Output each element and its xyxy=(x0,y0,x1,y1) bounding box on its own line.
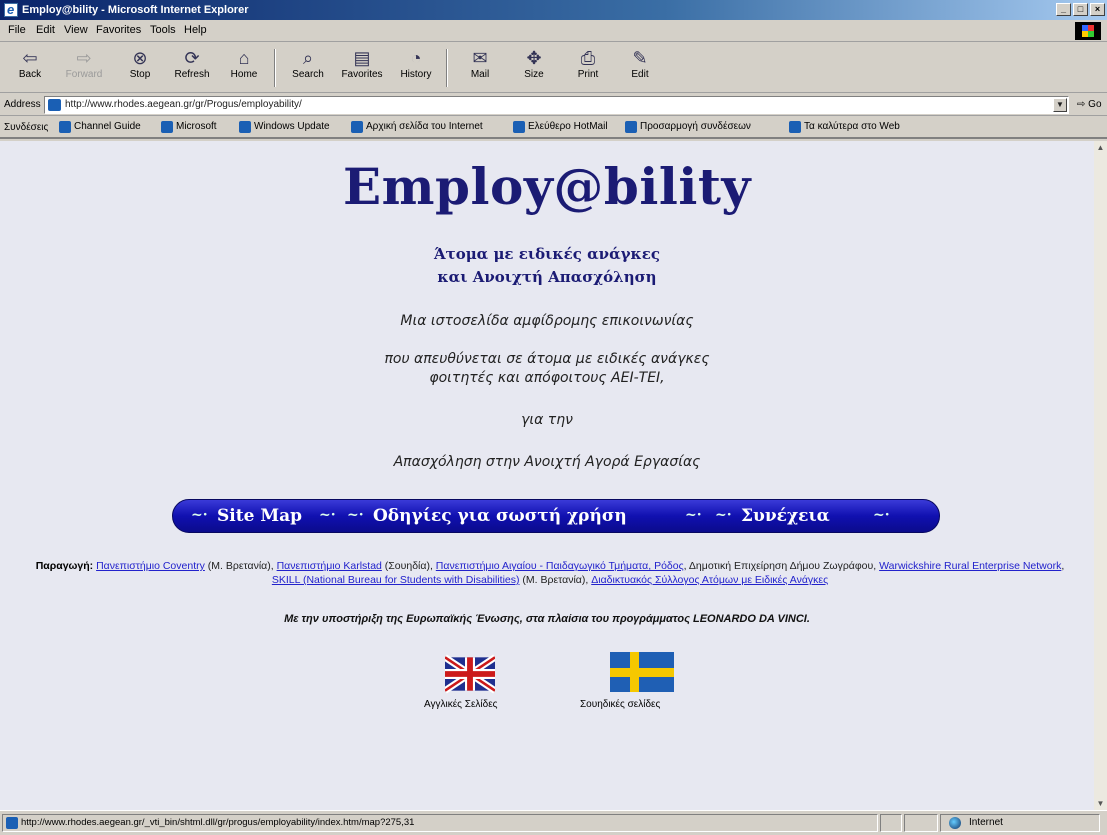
browser-window: Employ@bility - Microsoft Internet Explo… xyxy=(0,0,1107,835)
stop-button[interactable]: ⊗ Stop xyxy=(116,47,164,89)
credit-link-aegean[interactable]: Πανεπιστήμιο Αιγαίου - Παιδαγωγικό Τμήμα… xyxy=(436,560,684,572)
link-best-of-web[interactable]: Τα καλύτερα στο Web xyxy=(788,121,900,133)
menu-help[interactable]: Help xyxy=(184,24,207,36)
ie-logo-icon xyxy=(4,2,18,17)
link-internet-home[interactable]: Αρχική σελίδα του Internet xyxy=(350,121,483,133)
mail-icon: ✉ xyxy=(472,48,488,68)
mail-button[interactable]: ✉ Mail xyxy=(456,47,504,89)
credit-link-skill[interactable]: SKILL (National Bureau for Students with… xyxy=(272,574,520,586)
credits-text: Παραγωγή: Πανεπιστήμιο Coventry (Μ. Βρετ… xyxy=(35,560,1065,586)
address-url: http://www.rhodes.aegean.gr/gr/Progus/em… xyxy=(65,99,302,110)
back-button[interactable]: ⇦ Back xyxy=(6,47,54,89)
address-dropdown-button[interactable]: ▼ xyxy=(1053,98,1067,112)
tagline-line5: Απασχόληση στην Ανοιχτή Αγορά Εργασίας xyxy=(393,454,701,470)
link-channel-guide[interactable]: Channel Guide xyxy=(58,121,141,133)
scroll-up-icon[interactable]: ▲ xyxy=(1094,141,1107,154)
home-button[interactable]: ⌂ Home xyxy=(220,47,268,89)
english-pages-link[interactable]: Αγγλικές Σελίδες xyxy=(424,699,497,710)
edit-button[interactable]: ✎ Edit xyxy=(616,47,664,89)
credit-link-association[interactable]: Διαδικτυακός Σύλλογος Ατόμων με Ειδικές … xyxy=(591,574,828,586)
menu-view[interactable]: View xyxy=(64,24,88,36)
search-icon: ⌕ xyxy=(302,48,314,68)
minimize-button[interactable]: _ xyxy=(1056,3,1071,16)
usage-instructions-link[interactable]: Οδηγίες για σωστή χρήση xyxy=(373,506,627,526)
ornament-icon: ~· xyxy=(715,507,732,523)
link-free-hotmail[interactable]: Ελεύθερο HotMail xyxy=(512,121,608,133)
link-windows-update[interactable]: Windows Update xyxy=(238,121,330,133)
scroll-down-icon[interactable]: ▼ xyxy=(1094,797,1107,810)
link-microsoft[interactable]: Microsoft xyxy=(160,121,217,133)
credits-label: Παραγωγή: xyxy=(35,560,94,572)
image-map-navigation: ~· Site Map ~· ~· Οδηγίες για σωστή χρήσ… xyxy=(172,499,940,533)
credit-link-warwickshire[interactable]: Warwickshire Rural Enterprise Network xyxy=(879,560,1061,572)
status-panel xyxy=(904,814,938,832)
history-icon: ◔ xyxy=(410,48,422,68)
credit-link-karlstad[interactable]: Πανεπιστήμιο Karlstad xyxy=(277,560,382,572)
favorites-icon: ▤ xyxy=(353,48,371,68)
tagline-line4: για την xyxy=(521,412,573,428)
refresh-button[interactable]: ⟳ Refresh xyxy=(168,47,216,89)
maximize-button[interactable]: □ xyxy=(1073,3,1088,16)
menu-edit[interactable]: Edit xyxy=(36,24,55,36)
refresh-icon: ⟳ xyxy=(184,48,200,68)
swedish-pages-link[interactable]: Σουηδικές σελίδες xyxy=(580,699,660,710)
ornament-icon: ~· xyxy=(873,507,890,523)
menu-bar: File Edit View Favorites Tools Help xyxy=(0,20,1107,42)
links-bar: Συνδέσεις Channel Guide Microsoft Window… xyxy=(0,117,1107,139)
menu-tools[interactable]: Tools xyxy=(150,24,176,36)
sweden-flag-icon[interactable] xyxy=(610,652,674,692)
site-title: Employ@bility xyxy=(343,157,751,216)
go-button[interactable]: ⇨ Go xyxy=(1077,99,1102,110)
status-panel xyxy=(880,814,902,832)
site-subtitle-line2: και Ανοιχτή Απασχόληση xyxy=(437,268,657,286)
window-title: Employ@bility - Microsoft Internet Explo… xyxy=(22,4,249,16)
vertical-scrollbar[interactable]: ▲ ▼ xyxy=(1094,141,1107,810)
size-button[interactable]: ✥ Size xyxy=(510,47,558,89)
favorites-button[interactable]: ▤ Favorites xyxy=(338,47,386,89)
print-icon: ⎙ xyxy=(580,48,596,68)
home-icon: ⌂ xyxy=(238,48,250,68)
status-text: http://www.rhodes.aegean.gr/_vti_bin/sht… xyxy=(2,814,878,832)
site-subtitle-line1: Άτομα με ειδικές ανάγκες xyxy=(433,245,661,263)
uk-flag-icon[interactable] xyxy=(445,654,495,694)
continue-link[interactable]: Συνέχεια xyxy=(741,506,830,526)
window-controls: _ □ × xyxy=(1056,3,1105,16)
link-customize-links[interactable]: Προσαρμογή συνδέσεων xyxy=(624,121,751,133)
windows-logo-icon xyxy=(1075,22,1101,40)
ornament-icon: ~· xyxy=(319,507,336,523)
links-label: Συνδέσεις xyxy=(4,122,49,133)
forward-button[interactable]: ⇨ Forward xyxy=(60,47,108,89)
address-input[interactable]: http://www.rhodes.aegean.gr/gr/Progus/em… xyxy=(44,96,1069,114)
history-button[interactable]: ◔ History xyxy=(392,47,440,89)
size-icon: ✥ xyxy=(526,48,542,68)
ornament-icon: ~· xyxy=(347,507,364,523)
print-button[interactable]: ⎙ Print xyxy=(564,47,612,89)
edit-icon: ✎ xyxy=(632,48,648,68)
close-button[interactable]: × xyxy=(1090,3,1105,16)
toolbar-separator xyxy=(446,49,448,87)
credit-link-coventry[interactable]: Πανεπιστήμιο Coventry xyxy=(96,560,205,572)
eu-support-text: Με την υποστήριξη της Ευρωπαϊκής Ένωσης,… xyxy=(284,613,810,625)
toolbar-separator xyxy=(274,49,276,87)
forward-arrow-icon: ⇨ xyxy=(76,48,92,68)
title-bar[interactable]: Employ@bility - Microsoft Internet Explo… xyxy=(0,0,1107,20)
search-button[interactable]: ⌕ Search xyxy=(284,47,332,89)
tagline-line1: Μια ιστοσελίδα αμφίδρομης επικοινωνίας xyxy=(400,313,694,329)
standard-toolbar: ⇦ Back ⇨ Forward ⊗ Stop ⟳ Refresh ⌂ Home ⌕ Sea… xyxy=(0,43,1107,93)
ornament-icon: ~· xyxy=(685,507,702,523)
security-zone: Internet xyxy=(940,814,1100,832)
ornament-icon: ~· xyxy=(191,507,208,523)
back-arrow-icon: ⇦ xyxy=(22,48,38,68)
status-bar: http://www.rhodes.aegean.gr/_vti_bin/sht… xyxy=(0,810,1107,835)
menu-file[interactable]: File xyxy=(8,24,26,36)
page-icon xyxy=(48,99,61,111)
tagline-line2: που απευθύνεται σε άτομα με ειδικές ανάγ… xyxy=(384,351,710,367)
tagline-line3: φοιτητές και απόφοιτους ΑΕΙ-ΤΕΙ, xyxy=(429,370,665,386)
stop-icon: ⊗ xyxy=(132,48,148,68)
page-content: Employ@bility Άτομα με ειδικές ανάγκες κ… xyxy=(0,141,1094,810)
address-label: Address xyxy=(4,99,41,110)
site-map-link[interactable]: Site Map xyxy=(217,506,302,526)
menu-favorites[interactable]: Favorites xyxy=(96,24,141,36)
address-bar: Address http://www.rhodes.aegean.gr/gr/P… xyxy=(0,94,1107,116)
